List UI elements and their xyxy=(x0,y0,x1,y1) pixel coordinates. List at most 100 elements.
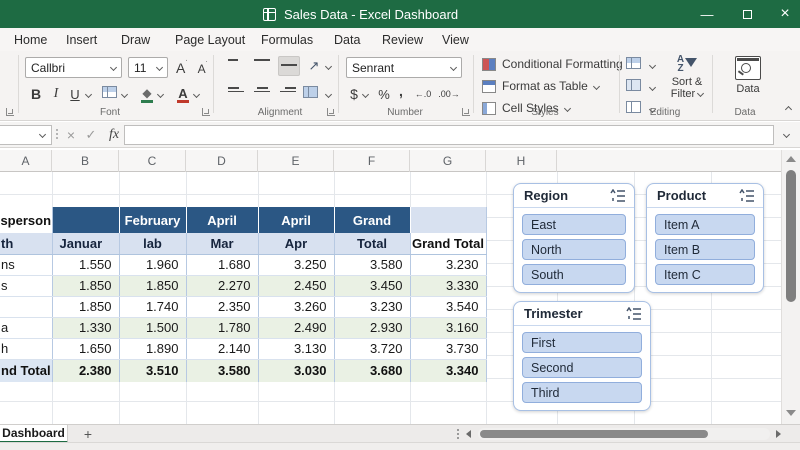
table-row[interactable]: s 1.850 1.850 2.270 2.450 3.450 3.330 xyxy=(0,275,487,297)
multi-select-icon[interactable] xyxy=(626,307,642,320)
grand-total-row[interactable]: nd Total 2.380 3.510 3.580 3.030 3.680 3.34… xyxy=(0,358,487,382)
slicer-item-c[interactable]: Item C xyxy=(655,264,755,285)
borders-chevron-icon[interactable] xyxy=(120,90,129,99)
grow-font-button[interactable]: A ˙ xyxy=(172,57,192,78)
fill-color-button[interactable]: ◆ xyxy=(140,84,154,103)
cancel-button[interactable]: × xyxy=(62,125,80,145)
tab-home[interactable]: Home xyxy=(14,28,47,51)
number-format-combobox[interactable]: Senrant xyxy=(346,57,462,78)
insert-chevron-icon[interactable] xyxy=(648,61,657,70)
column-header-h[interactable]: H xyxy=(486,150,557,172)
sheet-tab-dashboard[interactable]: Dashboard xyxy=(0,425,68,443)
column-header-d[interactable]: D xyxy=(186,150,258,172)
delete-cells-button[interactable] xyxy=(626,79,641,91)
number-dialog-launcher-icon[interactable] xyxy=(462,108,470,116)
column-header-f[interactable]: F xyxy=(334,150,410,172)
maximize-button[interactable] xyxy=(732,0,762,28)
horizontal-scrollbar[interactable] xyxy=(478,428,770,440)
tab-review[interactable]: Review xyxy=(382,28,423,51)
column-header-c[interactable]: C xyxy=(119,150,186,172)
underline-button[interactable]: U xyxy=(68,84,82,104)
accounting-chevron-icon[interactable] xyxy=(361,90,370,99)
vertical-scrollbar[interactable] xyxy=(781,150,800,424)
slicer-item-first[interactable]: First xyxy=(522,332,642,353)
tab-insert[interactable]: Insert xyxy=(66,28,97,51)
table-row[interactable]: a 1.330 1.500 1.780 2.490 2.930 3.160 xyxy=(0,317,487,339)
scroll-up-icon[interactable] xyxy=(786,156,796,162)
analyze-data-button[interactable]: Data xyxy=(726,56,770,95)
borders-button[interactable] xyxy=(102,86,117,98)
expand-formula-bar-chevron-icon[interactable] xyxy=(782,130,791,139)
slicer-item-third[interactable]: Third xyxy=(522,382,642,403)
align-top-button[interactable] xyxy=(228,59,238,63)
format-as-table-button[interactable]: Format as Table xyxy=(482,79,600,93)
font-dialog-launcher-icon[interactable] xyxy=(202,108,210,116)
tab-scroll-divider[interactable] xyxy=(457,429,459,439)
scroll-left-icon[interactable] xyxy=(466,430,471,438)
vertical-scroll-thumb[interactable] xyxy=(786,170,796,302)
align-right-button[interactable] xyxy=(280,87,296,95)
align-center-button[interactable] xyxy=(254,87,270,95)
percent-style-button[interactable]: % xyxy=(376,85,392,103)
enter-button[interactable]: ✓ xyxy=(82,125,100,145)
formula-input[interactable] xyxy=(124,125,774,145)
font-name-combobox[interactable]: Callbri xyxy=(25,57,122,78)
column-header-b[interactable]: B xyxy=(52,150,119,172)
bold-button[interactable]: B xyxy=(28,84,44,104)
table-row[interactable]: ns 1.550 1.960 1.680 3.250 3.580 3.230 xyxy=(0,254,487,276)
scroll-right-icon[interactable] xyxy=(776,430,781,438)
scroll-down-icon[interactable] xyxy=(786,410,796,416)
slicer-item-north[interactable]: North xyxy=(522,239,626,260)
slicer-item-south[interactable]: South xyxy=(522,264,626,285)
orientation-button[interactable]: ↗ xyxy=(306,57,322,75)
minimize-button[interactable]: — xyxy=(692,0,722,28)
tab-page-layout[interactable]: Page Layout xyxy=(175,28,245,51)
merge-chevron-icon[interactable] xyxy=(324,90,333,99)
conditional-formatting-button[interactable]: Conditional Formatting xyxy=(482,57,635,71)
slicer-item-second[interactable]: Second xyxy=(522,357,642,378)
font-size-combobox[interactable]: 11 xyxy=(128,57,168,78)
accounting-format-button[interactable]: $ xyxy=(348,85,360,103)
table-row[interactable]: h 1.650 1.890 2.140 3.130 3.720 3.730 xyxy=(0,338,487,360)
close-button[interactable]: × xyxy=(770,0,800,28)
tab-formulas[interactable]: Formulas xyxy=(261,28,313,51)
column-header-a[interactable]: A xyxy=(0,150,52,172)
column-header-g[interactable]: G xyxy=(410,150,486,172)
slicer-item-east[interactable]: East xyxy=(522,214,626,235)
slicer-trimester[interactable]: Trimester First Second Third xyxy=(513,301,651,411)
clipboard-dialog-launcher-icon[interactable] xyxy=(6,108,14,116)
new-sheet-button[interactable]: + xyxy=(78,425,98,443)
shrink-font-button[interactable]: A ˙ xyxy=(194,59,212,78)
alignment-dialog-launcher-icon[interactable] xyxy=(327,108,335,116)
align-middle-button[interactable] xyxy=(254,59,270,63)
multi-select-icon[interactable] xyxy=(739,189,755,202)
increase-decimal-button[interactable]: ←.0 xyxy=(412,87,434,101)
multi-select-icon[interactable] xyxy=(610,189,626,202)
fill-color-chevron-icon[interactable] xyxy=(156,90,165,99)
insert-cells-button[interactable] xyxy=(626,57,641,69)
sort-filter-button[interactable]: AZ Sort & Filter xyxy=(664,55,710,100)
slicer-item-a[interactable]: Item A xyxy=(655,214,755,235)
table-row[interactable]: 1.850 1.740 2.350 3.260 3.230 3.540 xyxy=(0,296,487,318)
collapse-ribbon-chevron-icon[interactable] xyxy=(784,105,793,114)
merge-center-button[interactable] xyxy=(303,86,318,98)
font-color-chevron-icon[interactable] xyxy=(192,90,201,99)
align-left-button[interactable] xyxy=(228,87,244,95)
underline-chevron-icon[interactable] xyxy=(84,90,93,99)
tab-draw[interactable]: Draw xyxy=(121,28,150,51)
decrease-decimal-button[interactable]: .00→ xyxy=(438,87,460,101)
insert-function-button[interactable]: fx xyxy=(104,125,124,145)
delete-chevron-icon[interactable] xyxy=(648,83,657,92)
horizontal-scroll-thumb[interactable] xyxy=(480,430,708,438)
tab-data[interactable]: Data xyxy=(334,28,360,51)
orientation-chevron-icon[interactable] xyxy=(324,62,333,71)
slicer-item-b[interactable]: Item B xyxy=(655,239,755,260)
font-color-button[interactable]: A xyxy=(176,84,190,103)
pivot-table[interactable]: sperson February April April Grand th Ja… xyxy=(0,207,487,382)
italic-button[interactable]: I xyxy=(50,84,62,104)
tab-view[interactable]: View xyxy=(442,28,469,51)
column-header-e[interactable]: E xyxy=(258,150,334,172)
align-bottom-button[interactable] xyxy=(278,56,300,76)
slicer-product[interactable]: Product Item A Item B Item C xyxy=(646,183,764,293)
slicer-region[interactable]: Region East North South xyxy=(513,183,635,293)
